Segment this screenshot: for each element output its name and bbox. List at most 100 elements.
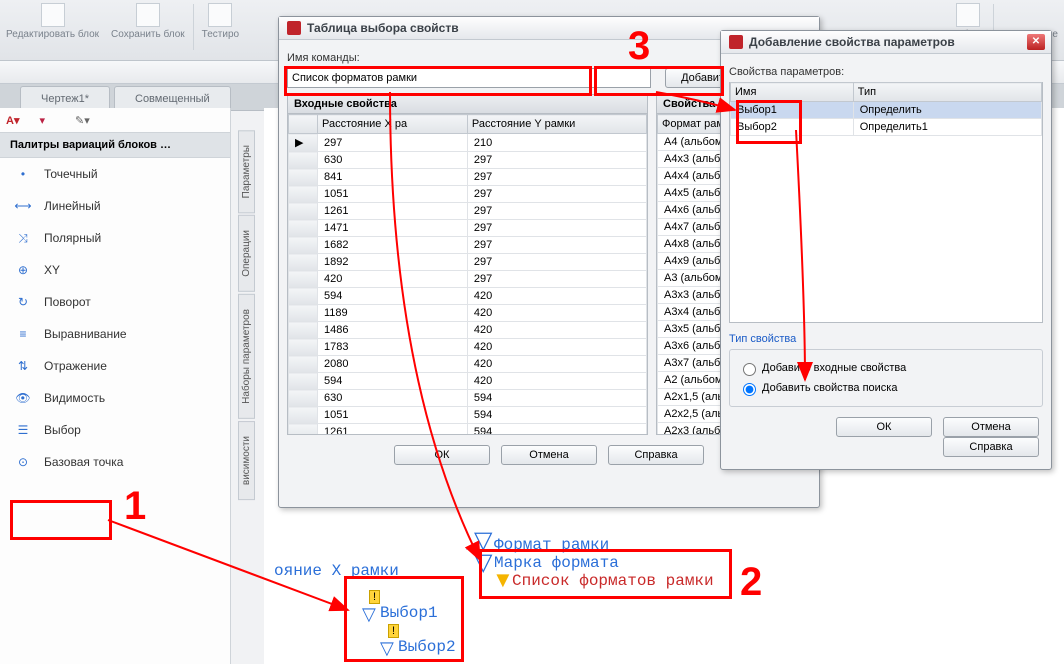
dialog-title: Добавление свойства параметров (749, 35, 955, 49)
palette-item-label: XY (44, 263, 60, 277)
chevron-down-icon: ▽ (474, 548, 492, 577)
param-label-format: Формат рамки (494, 536, 609, 554)
warning-icon: ! (388, 624, 399, 638)
palette-item-2[interactable]: ⤨ Полярный (0, 222, 230, 254)
table-row[interactable]: 630594 (289, 390, 647, 407)
table-row[interactable]: 1471297 (289, 220, 647, 237)
radio-add-input[interactable]: Добавить входные свойства (738, 360, 1034, 376)
ribbon-edit-block[interactable]: Редактировать блок (0, 0, 105, 43)
palette-icon: 👁 (12, 390, 34, 406)
annotation-number: 3 (628, 24, 650, 69)
table-row[interactable]: 594420 (289, 288, 647, 305)
palette-item-9[interactable]: ⊙Базовая точка (0, 446, 230, 478)
add-parameter-property-dialog: Добавление свойства параметров ✕ Свойств… (720, 30, 1052, 470)
palette-item-7[interactable]: 👁Видимость (0, 382, 230, 414)
palette-item-label: Полярный (44, 231, 101, 245)
table-row[interactable]: 1189420 (289, 305, 647, 322)
table-row[interactable]: ▶297210 (289, 134, 647, 152)
table-row[interactable]: 1892297 (289, 254, 647, 271)
app-logo-icon (287, 21, 301, 35)
annotation-number: 2 (740, 560, 762, 605)
close-icon[interactable]: ✕ (1027, 34, 1045, 50)
palette-item-0[interactable]: • Точечный (0, 158, 230, 190)
palette-icon: ↻ (12, 294, 34, 310)
table-row[interactable]: 841297 (289, 169, 647, 186)
autocad-logo-icon: A▾ (6, 114, 19, 127)
table-row[interactable]: 1261297 (289, 203, 647, 220)
ribbon-label: Сохранить блок (111, 29, 185, 40)
table-row[interactable]: 1486420 (289, 322, 647, 339)
group-property-type: Тип свойства (729, 333, 1043, 345)
palette-item-4[interactable]: ↻ Поворот (0, 286, 230, 318)
palette-icon: ⊕ (12, 262, 34, 278)
side-tab-constraints[interactable]: висимости (238, 421, 255, 500)
doc-tab[interactable]: Чертеж1* (20, 86, 110, 110)
side-tab-actions[interactable]: Операции (238, 215, 255, 292)
column-header[interactable]: Расстояние Y рамки (467, 115, 646, 134)
palette-icon: ≡ (12, 326, 34, 342)
palette-icon: ☰ (12, 422, 34, 438)
table-row[interactable]: 1261594 (289, 424, 647, 436)
table-row[interactable]: Выбор2Определить1 (731, 119, 1042, 136)
palette-item-6[interactable]: ⇅ Отражение (0, 350, 230, 382)
palette-icon: ⟷ (12, 198, 34, 214)
input-properties-table[interactable]: Расстояние X раРасстояние Y рамки▶297210… (288, 114, 647, 435)
table-row[interactable]: 2080420 (289, 356, 647, 373)
column-header[interactable] (289, 115, 318, 134)
chevron-down-icon: ▽ (362, 604, 376, 625)
annotation-number: 1 (124, 484, 146, 529)
lookup-icon: ▼ (492, 567, 514, 593)
command-name-input[interactable] (287, 68, 651, 88)
table-row[interactable]: 1682297 (289, 237, 647, 254)
parameter-properties-table[interactable]: ИмяТипВыбор1ОпределитьВыбор2Определить1 (730, 82, 1042, 136)
palette-title: Палитры вариаций блоков … (0, 133, 230, 158)
side-tabs: Параметры Операции Наборы параметров вис… (238, 130, 260, 502)
radio-add-lookup[interactable]: Добавить свойства поиска (738, 380, 1034, 396)
ribbon-save-block[interactable]: Сохранить блок (105, 0, 191, 43)
palette-icon: ⇅ (12, 358, 34, 374)
ribbon-label: Редактировать блок (6, 29, 99, 40)
palette-item-label: Базовая точка (44, 455, 123, 469)
ribbon-label: Тестиро (202, 29, 239, 40)
label-parameter-properties: Свойства параметров: (729, 66, 1043, 78)
doc-tab[interactable]: Совмещенный (114, 86, 231, 110)
palette-item-3[interactable]: ⊕ XY (0, 254, 230, 286)
param-label-vybor1: Выбор1 (380, 604, 438, 622)
palette-item-5[interactable]: ≡Выравнивание (0, 318, 230, 350)
dialog-titlebar[interactable]: Добавление свойства параметров ✕ (721, 31, 1051, 54)
group-input-properties: Входные свойства (287, 94, 648, 114)
table-row[interactable]: 420297 (289, 271, 647, 288)
help-button[interactable]: Справка (943, 437, 1039, 457)
table-row[interactable]: 1783420 (289, 339, 647, 356)
table-row[interactable]: Выбор1Определить (731, 102, 1042, 119)
palette-icon: • (12, 166, 34, 182)
help-button[interactable]: Справка (608, 445, 704, 465)
column-header[interactable]: Тип (853, 83, 1041, 102)
param-label-vybor2: Выбор2 (398, 638, 456, 656)
warning-icon: ! (369, 590, 380, 604)
column-header[interactable]: Имя (731, 83, 854, 102)
ribbon-test-block[interactable]: Тестиро (196, 0, 245, 43)
palette-icon: ⤨ (12, 230, 34, 246)
table-row[interactable]: 1051594 (289, 407, 647, 424)
table-row[interactable]: 594420 (289, 373, 647, 390)
side-tab-parameters[interactable]: Параметры (238, 130, 255, 213)
ok-button[interactable]: ОК (394, 445, 490, 465)
palette-item-1[interactable]: ⟷Линейный (0, 190, 230, 222)
palette-item-label: Поворот (44, 295, 91, 309)
palette-item-label: Отражение (44, 359, 107, 373)
dialog-title: Таблица выбора свойств (307, 21, 459, 35)
param-label-dist-x: ояние Х рамки (274, 562, 399, 580)
chevron-down-icon: ▽ (380, 638, 394, 659)
palette-item-label: Выбор (44, 423, 81, 437)
column-header[interactable]: Расстояние X ра (318, 115, 468, 134)
app-logo-icon (729, 35, 743, 49)
ok-button[interactable]: ОК (836, 417, 932, 437)
table-row[interactable]: 1051297 (289, 186, 647, 203)
table-row[interactable]: 630297 (289, 152, 647, 169)
palette-item-8[interactable]: ☰ Выбор (0, 414, 230, 446)
cancel-button[interactable]: Отмена (943, 417, 1039, 437)
side-tab-param-sets[interactable]: Наборы параметров (238, 294, 255, 419)
palette-item-label: Точечный (44, 167, 98, 181)
cancel-button[interactable]: Отмена (501, 445, 597, 465)
